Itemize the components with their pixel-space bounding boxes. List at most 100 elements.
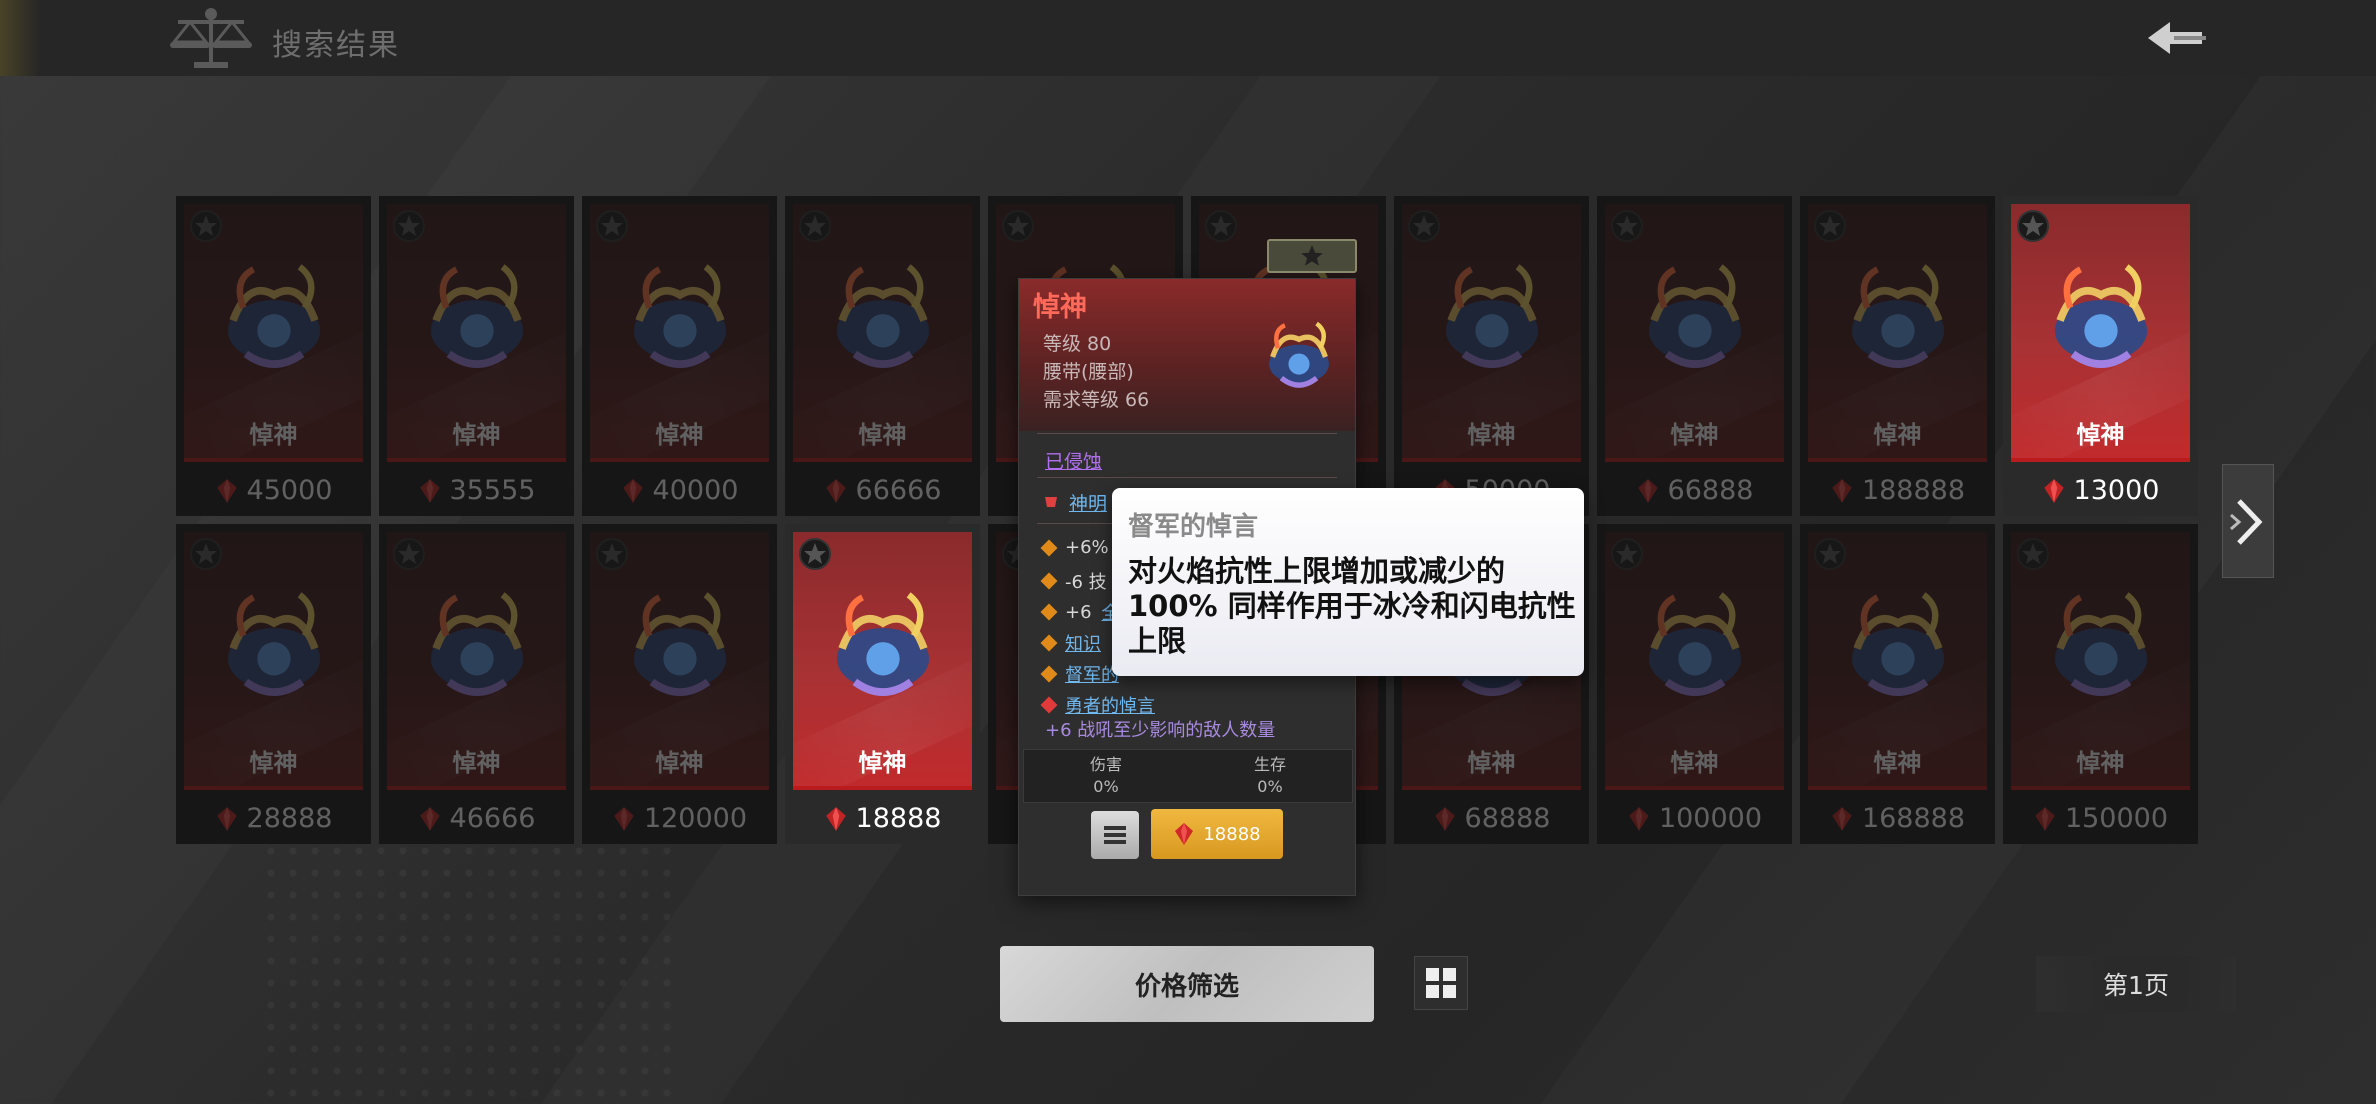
belt-item-icon bbox=[430, 592, 524, 696]
affix-link[interactable]: 勇者的悼言 bbox=[1065, 692, 1155, 718]
item-card-price: 68888 bbox=[1394, 803, 1589, 834]
item-card-name: 悼神 bbox=[1670, 749, 1719, 777]
favorite-star-button[interactable] bbox=[1267, 239, 1357, 273]
item-art: 悼神 bbox=[2011, 204, 2190, 462]
stat-damage: 伤害 0% bbox=[1024, 750, 1188, 802]
top-bar-accent bbox=[0, 0, 40, 76]
affix-link[interactable]: 知识 bbox=[1065, 630, 1101, 656]
affix-tooltip-popup: 督军的悼言 对火焰抗性上限增加或减少的 100% 同样作用于冰冷和闪电抗性上限 bbox=[1112, 488, 1584, 676]
item-card[interactable]: 悼神 100000 bbox=[1597, 524, 1792, 844]
item-art: 悼神 bbox=[1605, 204, 1784, 462]
item-card-price-value: 40000 bbox=[652, 475, 739, 506]
item-art: 悼神 bbox=[184, 532, 363, 790]
item-art: 悼神 bbox=[184, 204, 363, 462]
item-card-price-value: 168888 bbox=[1861, 803, 1966, 834]
god-icon bbox=[1045, 497, 1057, 507]
item-card-price-value: 68888 bbox=[1464, 803, 1551, 834]
item-card[interactable]: 悼神 188888 bbox=[1800, 196, 1995, 516]
item-card[interactable]: 悼神 66888 bbox=[1597, 196, 1792, 516]
item-card-price-value: 46666 bbox=[449, 803, 536, 834]
affix-sub-text: +6 战吼至少影响的敌人数量 bbox=[1045, 720, 1276, 741]
back-arrow-icon[interactable] bbox=[2140, 16, 2210, 60]
item-card-name: 悼神 bbox=[1873, 421, 1922, 449]
affix-2: -6 技 bbox=[1040, 568, 1107, 594]
item-card-name: 悼神 bbox=[452, 749, 501, 777]
item-card-price-value: 13000 bbox=[2073, 475, 2160, 506]
price-filter-button[interactable]: 价格筛选 bbox=[1000, 946, 1374, 1022]
stat-survival: 生存 0% bbox=[1188, 750, 1352, 802]
buy-price: 18888 bbox=[1203, 823, 1261, 845]
gem-icon bbox=[216, 806, 237, 831]
item-card[interactable]: 悼神 45000 bbox=[176, 196, 371, 516]
item-card-name: 悼神 bbox=[452, 421, 501, 449]
slot-badge-icon bbox=[1814, 538, 1846, 570]
item-art: 悼神 bbox=[590, 204, 769, 462]
affix-link[interactable]: 督军的 bbox=[1065, 661, 1119, 687]
gem-icon bbox=[419, 806, 440, 831]
item-card-price: 100000 bbox=[1597, 803, 1792, 834]
affix-6: 勇者的悼言 bbox=[1040, 692, 1155, 718]
slot-badge-icon bbox=[1814, 210, 1846, 242]
gem-icon bbox=[1832, 478, 1852, 503]
item-card-name: 悼神 bbox=[2076, 421, 2125, 449]
page-indicator: 第1页 bbox=[2036, 956, 2236, 1012]
item-art: 悼神 bbox=[1605, 532, 1784, 790]
gem-icon bbox=[419, 478, 440, 503]
item-card[interactable]: 悼神 120000 bbox=[582, 524, 777, 844]
item-card[interactable]: 悼神 35555 bbox=[379, 196, 574, 516]
stat-label: 伤害 bbox=[1089, 755, 1122, 774]
item-card-price: 28888 bbox=[176, 803, 371, 834]
item-card[interactable]: 悼神50000 bbox=[1394, 196, 1589, 516]
item-card[interactable]: 悼神 18888 bbox=[785, 524, 980, 844]
stat-label: 生存 bbox=[1253, 755, 1286, 774]
item-name: 悼神 bbox=[1033, 292, 1087, 323]
item-card[interactable]: 悼神 40000 bbox=[582, 196, 777, 516]
gem-icon bbox=[825, 806, 846, 831]
item-card[interactable]: 悼神 13000 bbox=[2003, 196, 2198, 516]
god-link[interactable]: 神明 bbox=[1069, 489, 1107, 516]
slot-badge-icon bbox=[1408, 210, 1440, 242]
popup-description: 对火焰抗性上限增加或减少的 100% 同样作用于冰冷和闪电抗性上限 bbox=[1128, 554, 1576, 658]
item-art: 悼神 bbox=[1402, 204, 1581, 462]
corrupted-link[interactable]: 已侵蚀 bbox=[1045, 447, 1102, 474]
diamond-icon bbox=[1040, 696, 1058, 714]
diamond-icon bbox=[1040, 603, 1058, 621]
affix-text: +6 bbox=[1065, 601, 1092, 623]
diamond-icon bbox=[1040, 572, 1058, 590]
item-card[interactable]: 悼神 46666 bbox=[379, 524, 574, 844]
slot-badge-icon bbox=[2017, 538, 2049, 570]
slot-badge-icon bbox=[799, 538, 831, 570]
grid-view-button[interactable] bbox=[1414, 956, 1468, 1010]
next-page-arrow-icon[interactable] bbox=[2222, 464, 2274, 578]
menu-button[interactable] bbox=[1091, 811, 1139, 859]
affix-3: +6 全 bbox=[1040, 599, 1120, 625]
belt-item-icon bbox=[1445, 264, 1539, 368]
item-card-price: 18888 bbox=[785, 803, 980, 834]
stats-bar: 伤害 0% 生存 0% bbox=[1023, 749, 1353, 803]
gem-icon bbox=[1637, 478, 1658, 503]
gem-icon bbox=[614, 806, 634, 831]
buy-button[interactable]: 18888 bbox=[1151, 809, 1283, 859]
item-card-name: 悼神 bbox=[1467, 749, 1516, 777]
item-card-name: 悼神 bbox=[249, 421, 298, 449]
belt-item-icon bbox=[2054, 592, 2148, 696]
gem-icon bbox=[216, 478, 237, 503]
star-icon bbox=[1301, 245, 1323, 266]
belt-item-icon bbox=[227, 592, 321, 696]
menu-icon bbox=[1104, 826, 1126, 844]
grid-icon bbox=[1426, 968, 1456, 998]
item-card[interactable]: 悼神 66666 bbox=[785, 196, 980, 516]
item-card[interactable]: 悼神 28888 bbox=[176, 524, 371, 844]
gem-icon bbox=[1629, 806, 1649, 831]
item-card[interactable]: 悼神 168888 bbox=[1800, 524, 1995, 844]
slot-badge-icon bbox=[190, 538, 222, 570]
divider bbox=[1037, 433, 1337, 434]
item-card-price: 188888 bbox=[1800, 475, 1995, 506]
slot-badge-icon bbox=[2017, 210, 2049, 242]
belt-item-icon bbox=[633, 264, 727, 368]
item-card-price-value: 120000 bbox=[643, 803, 748, 834]
item-card[interactable]: 悼神 150000 bbox=[2003, 524, 2198, 844]
item-card-price-value: 188888 bbox=[1861, 475, 1966, 506]
popup-title: 督军的悼言 bbox=[1128, 512, 1259, 542]
belt-item-icon bbox=[1648, 592, 1742, 696]
